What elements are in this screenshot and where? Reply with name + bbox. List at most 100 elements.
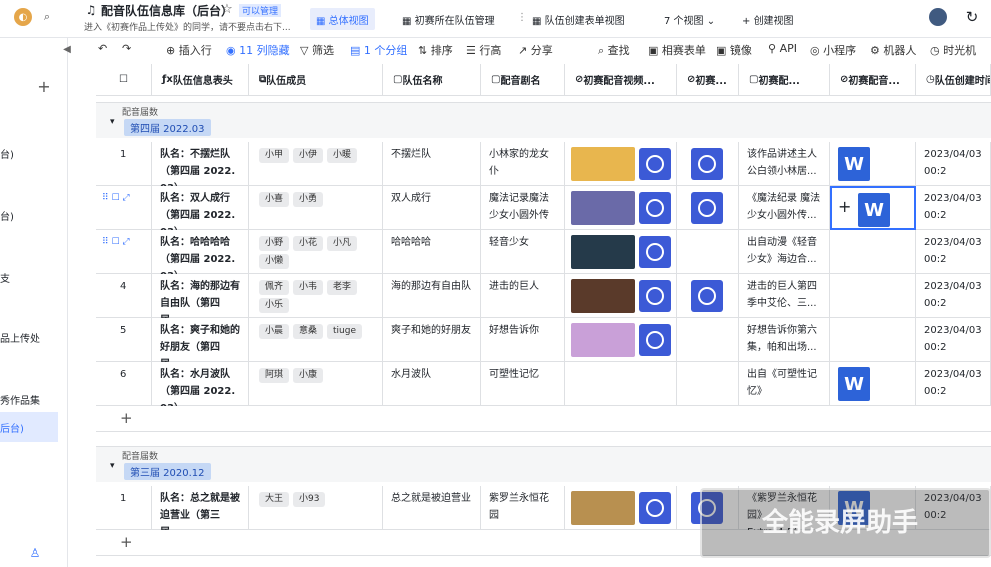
video-thumbnail[interactable] [571,279,635,313]
collapse-group-icon[interactable]: ▾ [110,117,115,127]
row-number[interactable]: 4 [96,274,152,318]
add-row-button[interactable]: + [96,406,991,432]
row-number[interactable]: 1 [96,142,152,186]
members-cell[interactable]: 阿琪 小康 [249,362,383,406]
members-cell[interactable]: 小野 小花 小凡小懒 [249,230,383,274]
created-time-cell[interactable]: 2023/04/03 00:2 [916,318,991,362]
video2-attachment-cell[interactable] [677,142,739,186]
sidebar-item[interactable]: 品上传处 [0,330,40,345]
column-header[interactable]: ▢ 配音剧名 [481,64,565,96]
created-time-cell[interactable]: 2023/04/03 00:2 [916,274,991,318]
table-row[interactable]: 5队名：爽子和她的好朋友（第四届...小晨意桑tiuge爽子和她的好朋友好想告诉… [96,318,991,362]
video2-attachment-cell[interactable] [677,274,739,318]
video-thumbnail[interactable] [571,323,635,357]
table-row[interactable]: ⠿ ☐ ⤢队名：哈哈哈哈（第四届 2022.03）小野小花小凡小懒哈哈哈哈轻音少… [96,230,991,274]
play-video-icon[interactable] [639,148,671,180]
drama-cell[interactable]: 小林家的龙女仆 [481,142,565,186]
members-cell[interactable]: 大王 小93 [249,486,383,530]
tab-form-view[interactable]: ▦ 队伍创建表单视图 [532,12,625,27]
video2-attachment-cell[interactable] [677,362,739,406]
mirror-button[interactable]: ▣ 镜像 [716,42,752,58]
column-header[interactable]: ▢ 初赛配... [739,64,830,96]
group-button[interactable]: ▤ 1 个分组 [350,42,407,58]
document-attachment-cell[interactable] [830,230,916,274]
video-attachment-cell[interactable] [565,362,677,406]
team-name-cell[interactable]: 不摆烂队 [383,142,481,186]
play-video-icon[interactable] [639,324,671,356]
drama-cell[interactable]: 好想告诉你 [481,318,565,362]
description-cell[interactable]: 好想告诉你第六集，帕和出场... [739,318,830,362]
team-name-cell[interactable]: 海的那边有自由队 [383,274,481,318]
play-video-icon[interactable] [639,280,671,312]
team-header-cell[interactable]: 队名：哈哈哈哈（第四届 2022.03） [152,230,249,274]
play-video-icon[interactable] [691,148,723,180]
video-thumbnail[interactable] [571,491,635,525]
word-document-icon[interactable]: W [858,193,890,227]
column-header[interactable]: ƒx 队伍信息表头 [152,64,249,96]
avatar[interactable] [929,8,947,26]
document-attachment-cell[interactable] [830,318,916,362]
insert-row-button[interactable]: ⊕ 插入行 [166,42,212,58]
drama-cell[interactable]: 魔法记录魔法少女小圆外传 [481,186,565,230]
robot-button[interactable]: ⚙ 机器人 [870,42,916,58]
tab-overview[interactable]: ▦ 总体视图 [310,8,375,30]
column-header[interactable]: ⊘ 初赛... [677,64,739,96]
drama-cell[interactable]: 可塑性记忆 [481,362,565,406]
sidebar-item[interactable]: 台) [0,146,14,161]
miniprogram-button[interactable]: ◎ 小程序 [810,42,856,58]
table-row[interactable]: 4队名：海的那边有自由队（第四届...佩齐小韦老李小乐海的那边有自由队进击的巨人… [96,274,991,318]
word-document-icon[interactable]: W [838,147,870,181]
video2-attachment-cell[interactable] [677,318,739,362]
team-header-cell[interactable]: 队名：总之就是被迫营业（第三届... [152,486,249,530]
row-number[interactable]: 6 [96,362,152,406]
row-number[interactable]: 1 [96,486,152,530]
description-cell[interactable]: 该作品讲述主人公白领小林居... [739,142,830,186]
description-cell[interactable]: 进击的巨人第四季中艾伦、三... [739,274,830,318]
add-attachment-icon[interactable]: + [838,198,851,215]
create-view-button[interactable]: + 创建视图 [742,12,794,27]
row-number[interactable]: 5 [96,318,152,362]
team-header-cell[interactable]: 队名：爽子和她的好朋友（第四届... [152,318,249,362]
column-header[interactable]: ⧉ 队伍成员 [249,64,383,96]
video-thumbnail[interactable] [571,235,635,269]
created-time-cell[interactable]: 2023/04/03 00:2 [916,186,991,230]
group-header[interactable]: ▾ 配音届数 第三届 2020.12 [96,446,991,482]
team-name-cell[interactable]: 爽子和她的好朋友 [383,318,481,362]
video2-attachment-cell[interactable] [677,230,739,274]
video-attachment-cell[interactable] [565,230,677,274]
video-attachment-cell[interactable] [565,318,677,362]
drama-cell[interactable]: 轻音少女 [481,230,565,274]
description-cell[interactable]: 《魔法纪录 魔法少女小圆外传... [739,186,830,230]
sidebar-item[interactable]: 支 [0,270,10,285]
collapse-group-icon[interactable]: ▾ [110,461,115,471]
group-header[interactable]: ▾ 配音届数 第四届 2022.03 [96,102,991,138]
search-button[interactable]: ⌕ 查找 [598,42,630,58]
column-header[interactable]: ⊘ 初赛配音... [830,64,916,96]
team-header-cell[interactable]: 队名：双人成行（第四届 2022.03） [152,186,249,230]
video-thumbnail[interactable] [571,147,635,181]
drama-cell[interactable]: 紫罗兰永恒花园 [481,486,565,530]
team-name-cell[interactable]: 水月波队 [383,362,481,406]
team-name-cell[interactable]: 总之就是被迫营业 [383,486,481,530]
team-header-cell[interactable]: 队名：不摆烂队（第四届 2022.03） [152,142,249,186]
hidden-columns-button[interactable]: ◉ 11 列隐藏 [226,42,290,58]
add-icon[interactable]: + [36,77,52,96]
video-attachment-cell[interactable] [565,186,677,230]
team-header-cell[interactable]: 队名：海的那边有自由队（第四届... [152,274,249,318]
play-video-icon[interactable] [639,236,671,268]
document-attachment-cell[interactable]: W [830,142,916,186]
sidebar-item[interactable]: 台) [0,208,14,223]
description-cell[interactable]: 出自《可塑性记忆》 [739,362,830,406]
form-button[interactable]: ▣ 相赛表单 [648,42,706,58]
document-attachment-cell[interactable]: + W [830,186,916,230]
filter-button[interactable]: ▽ 筛选 [300,42,334,58]
members-cell[interactable]: 小晨 意桑 tiuge [249,318,383,362]
description-cell[interactable]: 出自动漫《轻音少女》海边合... [739,230,830,274]
members-cell[interactable]: 小喜 小勇 [249,186,383,230]
team-name-cell[interactable]: 哈哈哈哈 [383,230,481,274]
views-dropdown[interactable]: 7 个视图 ⌄ [664,12,715,27]
api-button[interactable]: ⚲ API [768,42,797,55]
team-header-cell[interactable]: 队名：水月波队（第四届 2022.03） [152,362,249,406]
app-logo-icon[interactable]: ◐ [14,8,32,26]
star-icon[interactable]: ☆ [220,2,234,17]
